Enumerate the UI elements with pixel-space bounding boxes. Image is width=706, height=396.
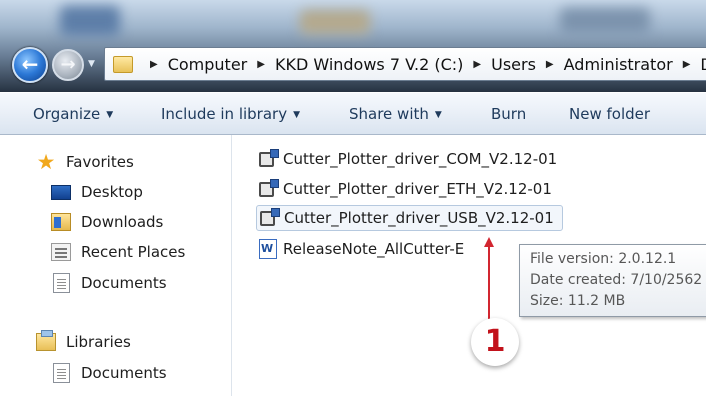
- background-blur: [300, 10, 370, 34]
- setup-icon: [260, 208, 280, 228]
- chevron-down-icon: ▼: [106, 110, 114, 120]
- breadcrumb-drive[interactable]: KKD Windows 7 V.2 (C:): [274, 55, 464, 74]
- breadcrumb-users[interactable]: Users: [490, 55, 537, 74]
- file-name: Cutter_Plotter_driver_ETH_V2.12-01: [283, 180, 552, 198]
- nav-item-label: Recent Places: [81, 243, 186, 261]
- nav-library-documents[interactable]: Documents: [51, 363, 167, 383]
- chevron-right-icon[interactable]: ▶: [473, 59, 481, 70]
- include-in-library-label: Include in library: [161, 105, 288, 123]
- nav-item-label: Desktop: [81, 183, 143, 201]
- share-with-button[interactable]: Share with ▼: [349, 105, 442, 123]
- downloads-folder-icon: [51, 213, 71, 231]
- file-item[interactable]: Cutter_Plotter_driver_COM_V2.12-01: [259, 146, 565, 172]
- star-icon: ★: [36, 150, 56, 174]
- file-name: Cutter_Plotter_driver_COM_V2.12-01: [283, 150, 558, 168]
- address-bar[interactable]: ▶ Computer ▶ KKD Windows 7 V.2 (C:) ▶ Us…: [104, 47, 706, 81]
- breadcrumb-computer[interactable]: Computer: [167, 55, 249, 74]
- setup-icon: [259, 149, 279, 169]
- nav-favorites-label: Favorites: [66, 153, 134, 171]
- document-icon: [53, 363, 70, 383]
- nav-item-recent-places[interactable]: Recent Places: [51, 243, 185, 261]
- breadcrumb-truncated[interactable]: D: [699, 55, 706, 74]
- file-info-tooltip: File version: 2.0.12.1 Date created: 7/1…: [519, 244, 706, 317]
- document-icon: [53, 273, 70, 293]
- chevron-right-icon[interactable]: ▶: [546, 59, 554, 70]
- annotation-arrow: [484, 237, 494, 319]
- nav-item-desktop[interactable]: Desktop: [51, 183, 143, 201]
- chevron-right-icon[interactable]: ▶: [257, 59, 265, 70]
- navigation-pane: ★ Favorites Desktop Downloads Recent Pla…: [0, 135, 232, 396]
- share-with-label: Share with: [349, 105, 429, 123]
- nav-item-downloads[interactable]: Downloads: [51, 213, 163, 231]
- annotation-step-number: 1: [471, 318, 519, 366]
- nav-libraries-label: Libraries: [66, 333, 131, 351]
- chevron-right-icon[interactable]: ▶: [683, 59, 691, 70]
- window-title-bar: ← → ▼ ▶ Computer ▶ KKD Windows 7 V.2 (C:…: [0, 0, 706, 92]
- background-blur: [60, 6, 120, 36]
- burn-button[interactable]: Burn: [491, 105, 526, 123]
- organize-button[interactable]: Organize ▼: [33, 105, 113, 123]
- chevron-down-icon: ▼: [434, 110, 442, 120]
- file-list: Cutter_Plotter_driver_COM_V2.12-01 Cutte…: [233, 135, 706, 396]
- chevron-right-icon[interactable]: ▶: [150, 59, 158, 70]
- forward-button[interactable]: →: [52, 49, 84, 81]
- breadcrumb-administrator[interactable]: Administrator: [563, 55, 674, 74]
- nav-item-label: Documents: [81, 274, 167, 292]
- nav-favorites[interactable]: ★ Favorites: [36, 150, 134, 174]
- recent-places-icon: [51, 243, 71, 261]
- file-name: ReleaseNote_AllCutter-E: [283, 240, 465, 258]
- recent-pages-dropdown[interactable]: ▼: [88, 57, 98, 71]
- tooltip-date-created: Date created: 7/10/2562: [530, 272, 703, 288]
- file-name: Cutter_Plotter_driver_USB_V2.12-01: [284, 209, 554, 227]
- file-item[interactable]: Cutter_Plotter_driver_ETH_V2.12-01: [259, 176, 560, 202]
- tooltip-size: Size: 11.2 MB: [530, 293, 626, 309]
- organize-label: Organize: [33, 105, 101, 123]
- new-folder-button[interactable]: New folder: [569, 105, 650, 123]
- setup-icon: [259, 179, 279, 199]
- chevron-down-icon: ▼: [293, 110, 300, 120]
- nav-libraries[interactable]: Libraries: [36, 330, 131, 351]
- include-in-library-button[interactable]: Include in library ▼: [161, 105, 300, 123]
- nav-item-label: Documents: [81, 364, 167, 382]
- command-bar: Organize ▼ Include in library ▼ Share with…: [0, 92, 706, 135]
- tooltip-file-version: File version: 2.0.12.1: [530, 251, 677, 267]
- file-item-selected[interactable]: Cutter_Plotter_driver_USB_V2.12-01: [256, 205, 563, 231]
- folder-icon: [113, 55, 133, 73]
- nav-item-documents[interactable]: Documents: [51, 273, 167, 293]
- libraries-icon: [36, 330, 56, 351]
- background-blur: [560, 8, 650, 34]
- file-item[interactable]: ReleaseNote_AllCutter-E: [259, 236, 472, 262]
- desktop-icon: [51, 184, 71, 200]
- nav-item-label: Downloads: [81, 213, 164, 231]
- word-document-icon: [259, 239, 277, 259]
- back-button[interactable]: ←: [12, 47, 48, 83]
